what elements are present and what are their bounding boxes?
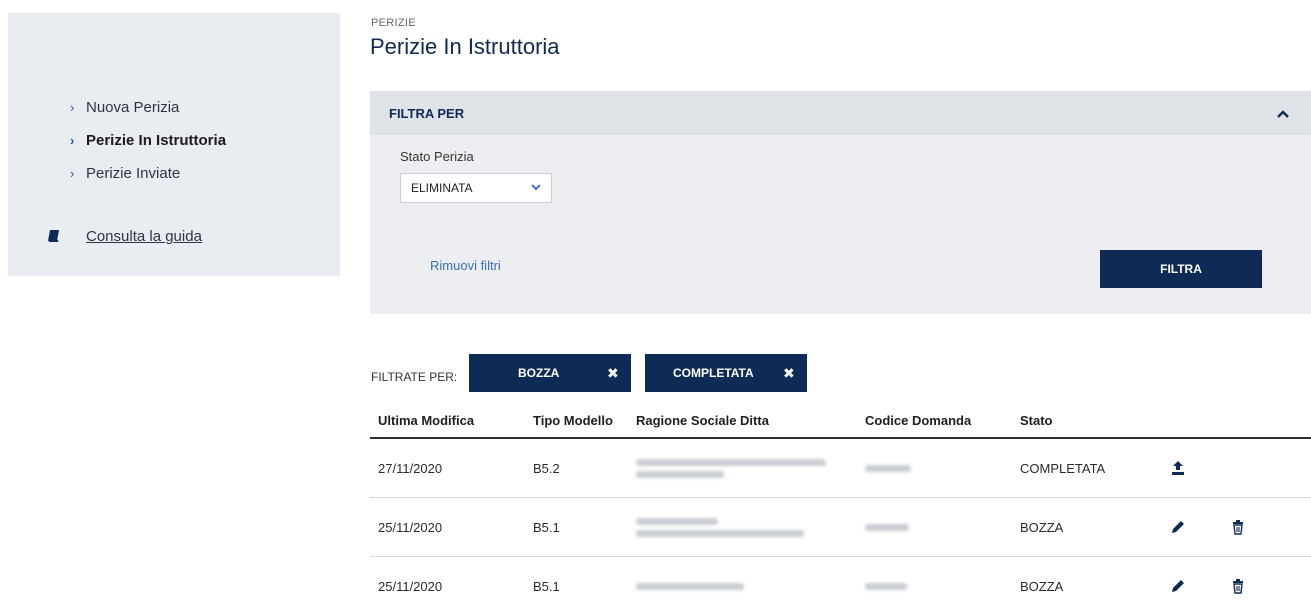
cell-ragione-sociale-redacted [636, 513, 865, 542]
cell-tipo-modello: B5.2 [533, 460, 560, 476]
column-header-tipo-modello[interactable]: Tipo Modello [533, 413, 636, 428]
chevron-up-icon[interactable] [1277, 105, 1289, 121]
chevron-down-icon [531, 182, 541, 194]
upload-icon[interactable] [1170, 460, 1186, 476]
cell-ultima-modifica: 25/11/2020 [378, 578, 443, 594]
cell-codice-domanda-redacted [865, 519, 1020, 536]
sidebar-item-perizie-in-istruttoria[interactable]: › Perizie In Istruttoria [70, 124, 226, 157]
breadcrumb: PERIZIE [371, 17, 416, 29]
filter-panel-title: FILTRA PER [389, 105, 465, 121]
cell-codice-domanda-redacted [865, 578, 1020, 595]
column-header-stato[interactable]: Stato [1020, 413, 1170, 428]
trash-icon[interactable] [1230, 519, 1246, 535]
active-filters-label: FILTRATE PER: [371, 370, 458, 384]
sidebar-item-label: Perizie Inviate [86, 165, 181, 182]
column-header-codice-domanda[interactable]: Codice Domanda [865, 413, 1020, 428]
table-row: 25/11/2020 B5.1 BOZZA [370, 557, 1311, 613]
filter-panel-header[interactable]: FILTRA PER [370, 91, 1311, 135]
stato-perizia-value: ELIMINATA [411, 181, 473, 195]
filter-panel: FILTRA PER Stato Perizia ELIMINATA Rimuo… [370, 91, 1311, 314]
sidebar-nav: › Nuova Perizia › Perizie In Istruttoria… [70, 91, 226, 190]
guide-link[interactable]: Consulta la guida [48, 228, 202, 245]
edit-icon[interactable] [1170, 578, 1186, 594]
chevron-right-icon: › [70, 133, 75, 148]
cell-ultima-modifica: 25/11/2020 [378, 519, 443, 535]
close-icon[interactable]: ✖ [783, 365, 795, 382]
table-row: 27/11/2020 B5.2 COMPLETATA [370, 439, 1311, 498]
filter-chip-bozza[interactable]: BOZZA ✖ [469, 354, 631, 392]
perizie-table: Ultima Modifica Tipo Modello Ragione Soc… [370, 403, 1311, 613]
column-header-ultima-modifica[interactable]: Ultima Modifica [370, 413, 533, 428]
stato-perizia-label: Stato Perizia [400, 149, 474, 164]
reset-filters-link[interactable]: Rimuovi filtri [430, 258, 501, 273]
book-icon [48, 230, 60, 243]
table-row: 25/11/2020 B5.1 BOZZA [370, 498, 1311, 557]
stato-perizia-select[interactable]: ELIMINATA [400, 173, 552, 203]
filter-button[interactable]: FILTRA [1100, 250, 1262, 288]
trash-icon[interactable] [1230, 578, 1246, 594]
cell-stato: BOZZA [1020, 578, 1064, 594]
filter-chip-label: BOZZA [518, 366, 560, 380]
guide-link-label: Consulta la guida [86, 228, 202, 245]
cell-ragione-sociale-redacted [636, 454, 865, 483]
cell-tipo-modello: B5.1 [533, 578, 560, 594]
close-icon[interactable]: ✖ [607, 365, 619, 382]
cell-ragione-sociale-redacted [636, 578, 865, 595]
filter-chip-completata[interactable]: COMPLETATA ✖ [645, 354, 807, 392]
cell-ultima-modifica: 27/11/2020 [378, 460, 443, 476]
cell-codice-domanda-redacted [865, 460, 1020, 477]
table-header: Ultima Modifica Tipo Modello Ragione Soc… [370, 403, 1311, 439]
cell-stato: COMPLETATA [1020, 460, 1106, 476]
column-header-ragione-sociale[interactable]: Ragione Sociale Ditta [636, 413, 865, 428]
sidebar-item-perizie-inviate[interactable]: › Perizie Inviate [70, 157, 226, 190]
cell-tipo-modello: B5.1 [533, 519, 560, 535]
sidebar-item-label: Perizie In Istruttoria [86, 132, 227, 149]
sidebar-item-nuova-perizia[interactable]: › Nuova Perizia [70, 91, 226, 124]
filter-chip-label: COMPLETATA [673, 366, 754, 380]
edit-icon[interactable] [1170, 519, 1186, 535]
chevron-right-icon: › [70, 166, 75, 181]
sidebar-item-label: Nuova Perizia [86, 99, 180, 116]
chevron-right-icon: › [70, 100, 75, 115]
sidebar: › Nuova Perizia › Perizie In Istruttoria… [8, 13, 340, 276]
cell-stato: BOZZA [1020, 519, 1064, 535]
page-title: Perizie In Istruttoria [370, 34, 560, 59]
